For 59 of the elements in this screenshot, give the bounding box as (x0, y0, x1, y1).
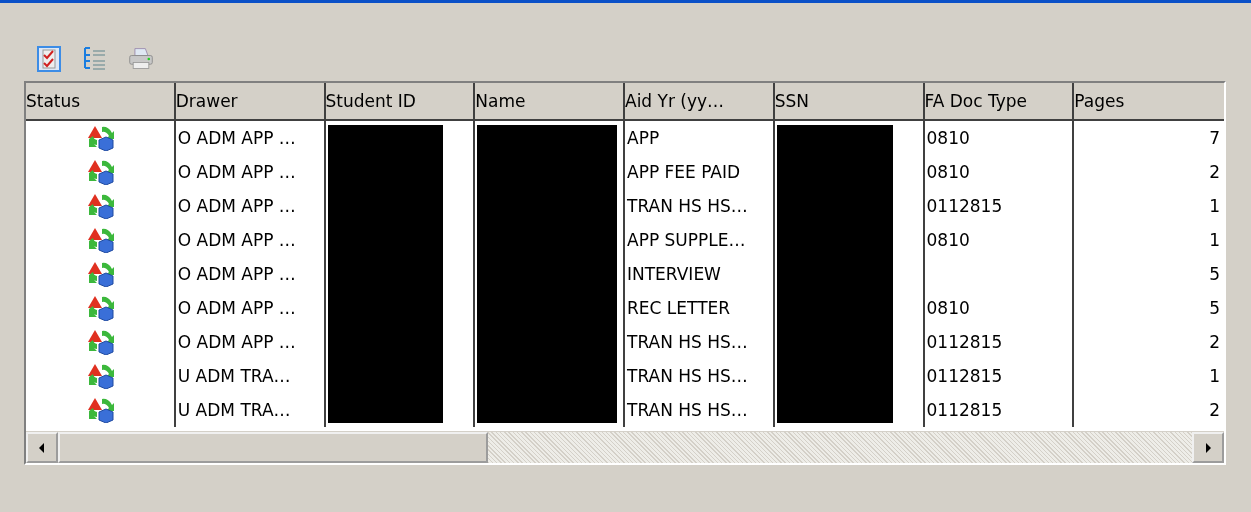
printer-icon[interactable] (128, 46, 154, 72)
status-icon (85, 329, 116, 355)
scroll-right-icon[interactable] (1204, 442, 1212, 453)
table-cell: 1 (1209, 230, 1220, 250)
status-icon (85, 227, 116, 253)
table-cell: 0112815 (926, 366, 1003, 386)
table-cell: 0112815 (926, 400, 1003, 420)
table-cell: O ADM APP … (177, 128, 296, 148)
table-cell: 0112815 (926, 196, 1003, 216)
table-cell: 2 (1209, 162, 1220, 182)
table-cell: INTERVIEW (627, 264, 721, 284)
table-cell: TRAN HS HS… (627, 400, 748, 420)
table-cell: O ADM APP … (177, 264, 296, 284)
table-cell: O ADM APP … (177, 332, 296, 352)
table-cell: 2 (1209, 400, 1220, 420)
status-icon (85, 159, 116, 185)
table-cell: 7 (1209, 128, 1220, 148)
status-icon (85, 193, 116, 219)
table-cell: U ADM TRA… (177, 400, 291, 420)
table-cell: O ADM APP … (177, 230, 296, 250)
status-icon (85, 295, 116, 321)
status-icon (85, 363, 116, 389)
table-cell: 5 (1209, 264, 1220, 284)
column-header[interactable]: Student ID (325, 83, 474, 121)
table-cell: 0810 (926, 162, 970, 182)
table-cell: O ADM APP … (177, 196, 296, 216)
table-cell: APP (627, 128, 660, 148)
column-header[interactable]: Pages (1074, 83, 1224, 121)
table-cell: 5 (1209, 298, 1220, 318)
table-cell: 0810 (926, 230, 970, 250)
column-header[interactable]: Name (475, 83, 623, 121)
status-icon (85, 125, 116, 151)
table-cell: APP SUPPLE… (627, 230, 746, 250)
tree-list-icon[interactable] (82, 47, 108, 71)
table-cell: TRAN HS HS… (627, 366, 748, 386)
table-cell: 2 (1209, 332, 1220, 352)
scroll-thumb[interactable] (58, 432, 488, 463)
column-header[interactable]: Status (26, 83, 174, 121)
table-cell: TRAN HS HS… (627, 332, 748, 352)
column-header[interactable]: Aid Yr (yy… (625, 83, 773, 121)
table-cell: O ADM APP … (177, 298, 296, 318)
table-cell: 0112815 (926, 332, 1003, 352)
column-header[interactable]: FA Doc Type (924, 83, 1073, 121)
table-cell: APP FEE PAID (627, 162, 741, 182)
column-header[interactable]: SSN (774, 83, 923, 121)
table-cell: REC LETTER (627, 298, 731, 318)
checklist-icon[interactable] (37, 46, 61, 72)
table-cell: 1 (1209, 196, 1220, 216)
table-cell: O ADM APP … (177, 162, 296, 182)
table-cell: 0810 (926, 128, 970, 148)
horizontal-scrollbar[interactable] (26, 431, 1224, 463)
status-icon (85, 261, 116, 287)
table-cell: 0810 (926, 298, 970, 318)
scroll-left-icon[interactable] (38, 442, 46, 453)
status-icon (85, 397, 116, 423)
table-cell: U ADM TRA… (177, 366, 291, 386)
table-cell: 1 (1209, 366, 1220, 386)
table-cell: TRAN HS HS… (627, 196, 748, 216)
column-header[interactable]: Drawer (175, 83, 324, 121)
